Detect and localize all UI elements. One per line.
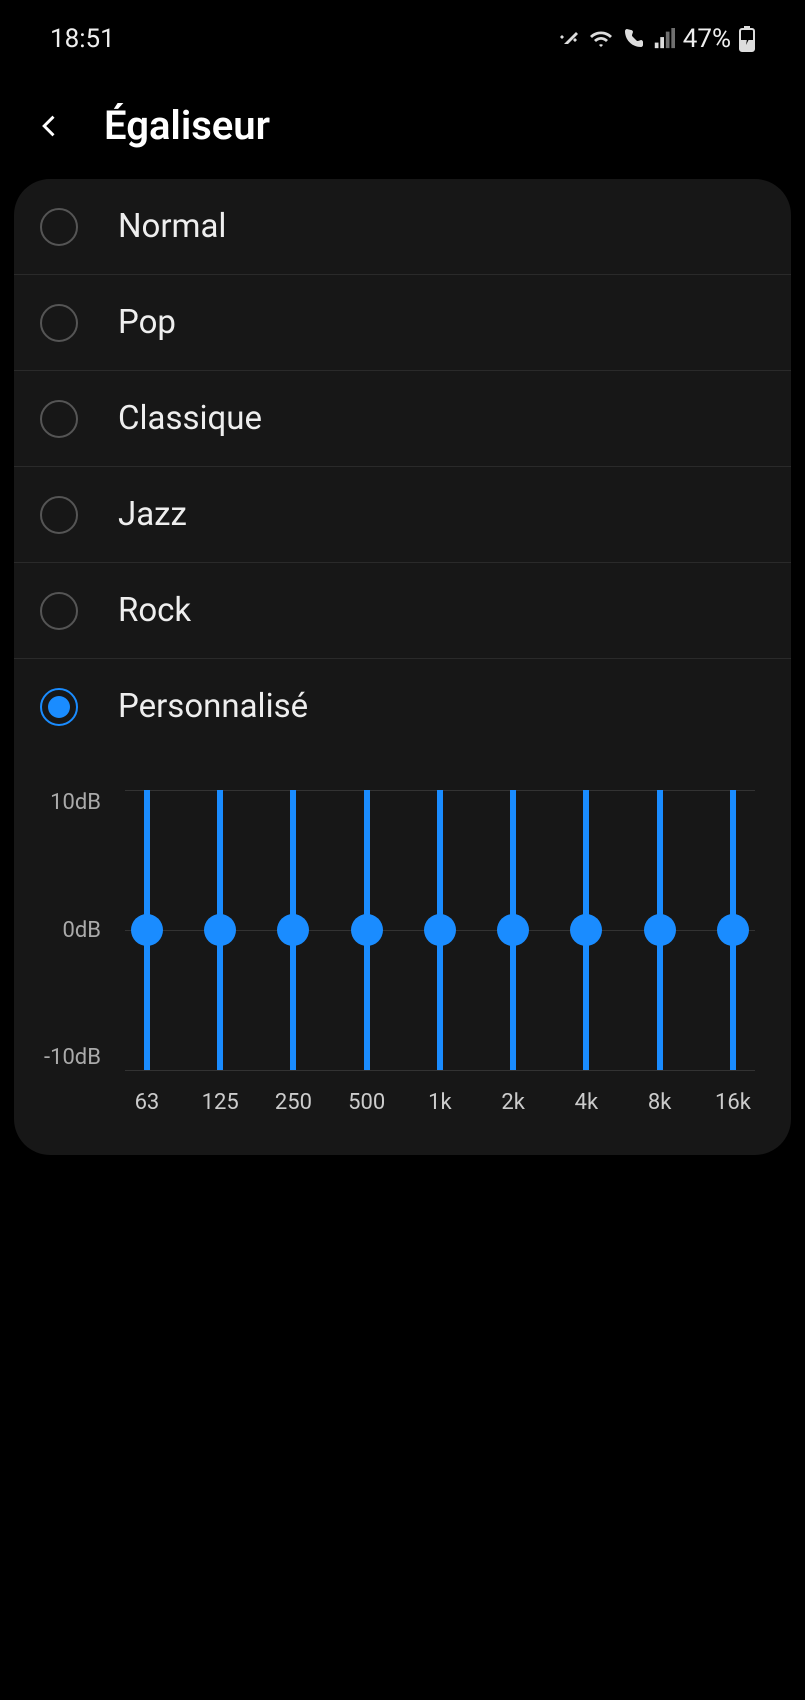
page-title: Égaliseur <box>104 102 270 149</box>
eq-band <box>339 784 395 1076</box>
status-time: 18:51 <box>50 24 115 54</box>
eq-slider[interactable] <box>290 790 296 1070</box>
eq-slider-thumb[interactable] <box>204 914 236 946</box>
eq-slider[interactable] <box>657 790 663 1070</box>
eq-bands <box>119 784 761 1076</box>
eq-freq-label: 8k <box>632 1090 688 1115</box>
eq-ylabel-bot: -10dB <box>44 1045 101 1070</box>
eq-slider-thumb[interactable] <box>277 914 309 946</box>
eq-freq-label: 125 <box>192 1090 248 1115</box>
eq-band <box>119 784 175 1076</box>
status-bar: 18:51 47% <box>0 0 805 78</box>
preset-label: Rock <box>118 591 191 630</box>
eq-slider[interactable] <box>510 790 516 1070</box>
battery-charging-icon <box>739 26 755 52</box>
radio-icon[interactable] <box>40 304 78 342</box>
preset-option[interactable]: Pop <box>14 275 791 371</box>
eq-slider-thumb[interactable] <box>644 914 676 946</box>
battery-percent: 47% <box>683 24 731 54</box>
eq-slider[interactable] <box>583 790 589 1070</box>
eq-freq-label: 16k <box>705 1090 761 1115</box>
eq-y-axis: 10dB 0dB -10dB <box>44 790 119 1070</box>
eq-slider[interactable] <box>144 790 150 1070</box>
radio-icon[interactable] <box>40 400 78 438</box>
preset-option[interactable]: Rock <box>14 563 791 659</box>
eq-band <box>485 784 541 1076</box>
eq-freq-label: 2k <box>485 1090 541 1115</box>
eq-band <box>265 784 321 1076</box>
eq-slider[interactable] <box>437 790 443 1070</box>
signal-icon <box>653 28 675 50</box>
eq-slider-thumb[interactable] <box>351 914 383 946</box>
eq-band <box>558 784 614 1076</box>
equalizer-panel: 10dB 0dB -10dB 63 125 250 500 1k 2k 4k 8k 16k <box>14 754 791 1155</box>
radio-icon[interactable] <box>40 208 78 246</box>
eq-band <box>705 784 761 1076</box>
wifi-icon <box>589 27 613 51</box>
eq-freq-label: 63 <box>119 1090 175 1115</box>
preset-option[interactable]: Jazz <box>14 467 791 563</box>
eq-slider[interactable] <box>364 790 370 1070</box>
vibrate-icon <box>557 27 581 51</box>
back-icon[interactable] <box>30 106 70 146</box>
radio-icon[interactable] <box>40 592 78 630</box>
wifi-calling-icon <box>621 27 645 51</box>
preset-label: Pop <box>118 303 176 342</box>
preset-option[interactable]: Personnalisé <box>14 659 791 754</box>
eq-slider[interactable] <box>217 790 223 1070</box>
eq-slider-thumb[interactable] <box>717 914 749 946</box>
eq-slider[interactable] <box>730 790 736 1070</box>
eq-band <box>632 784 688 1076</box>
equalizer-card: Normal Pop Classique Jazz Rock Personnalisé 1… <box>14 179 791 1155</box>
eq-bands-wrap: 63 125 250 500 1k 2k 4k 8k 16k <box>119 784 761 1115</box>
eq-freq-label: 1k <box>412 1090 468 1115</box>
radio-icon[interactable] <box>40 688 78 726</box>
eq-band <box>412 784 468 1076</box>
radio-icon[interactable] <box>40 496 78 534</box>
eq-freq-label: 500 <box>339 1090 395 1115</box>
eq-ylabel-top: 10dB <box>50 790 101 815</box>
preset-label: Personnalisé <box>118 687 308 726</box>
preset-label: Jazz <box>118 495 187 534</box>
eq-band <box>192 784 248 1076</box>
eq-x-axis: 63 125 250 500 1k 2k 4k 8k 16k <box>119 1090 761 1115</box>
eq-slider-thumb[interactable] <box>424 914 456 946</box>
eq-slider-thumb[interactable] <box>570 914 602 946</box>
page-header: Égaliseur <box>0 78 805 179</box>
preset-option[interactable]: Normal <box>14 179 791 275</box>
eq-freq-label: 4k <box>558 1090 614 1115</box>
eq-freq-label: 250 <box>265 1090 321 1115</box>
preset-option[interactable]: Classique <box>14 371 791 467</box>
status-icons: 47% <box>557 24 755 54</box>
eq-slider-thumb[interactable] <box>131 914 163 946</box>
preset-label: Normal <box>118 207 226 246</box>
eq-slider-thumb[interactable] <box>497 914 529 946</box>
preset-label: Classique <box>118 399 262 438</box>
eq-ylabel-mid: 0dB <box>62 918 100 943</box>
